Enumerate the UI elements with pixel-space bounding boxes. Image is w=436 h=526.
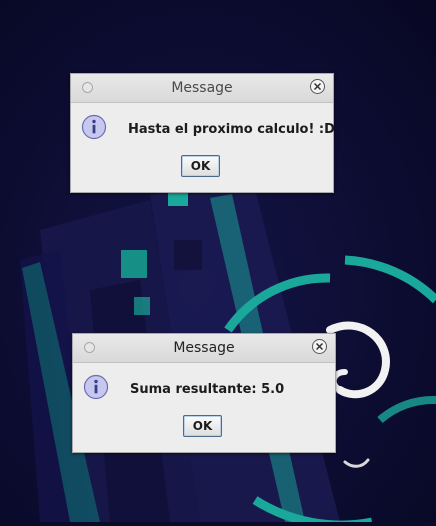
- info-icon: [81, 114, 107, 140]
- dialog-message: Hasta el proximo calculo! :D: [128, 122, 335, 137]
- close-icon: [315, 342, 324, 351]
- dialog-titlebar[interactable]: Message: [71, 74, 333, 103]
- dialog-title: Message: [173, 340, 235, 356]
- dialog-titlebar[interactable]: Message: [73, 334, 335, 363]
- message-dialog: Message Hasta el proximo calculo! :D OK: [70, 73, 335, 193]
- ok-button[interactable]: OK: [183, 415, 222, 437]
- message-dialog: Message Suma resultante: 5.0 OK: [72, 333, 336, 453]
- dialog-message: Suma resultante: 5.0: [130, 382, 285, 397]
- close-button[interactable]: [310, 79, 325, 94]
- ok-button[interactable]: OK: [181, 155, 220, 177]
- dialog-title: Message: [171, 80, 233, 96]
- info-icon: [83, 374, 109, 400]
- close-icon: [313, 82, 322, 91]
- close-button[interactable]: [312, 339, 327, 354]
